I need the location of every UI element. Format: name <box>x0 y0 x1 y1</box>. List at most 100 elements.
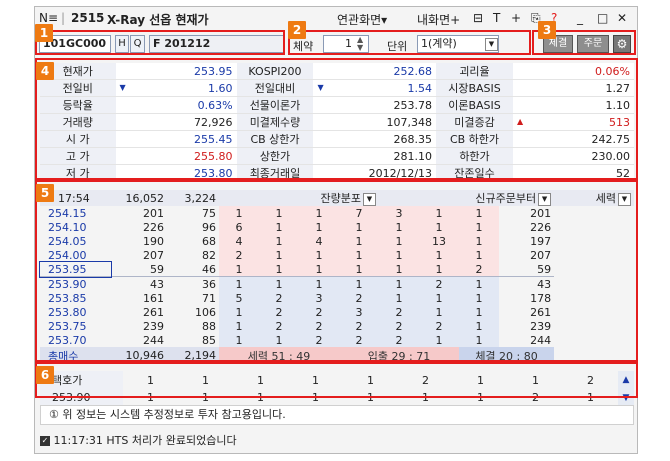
ask-row[interactable]: 254.10 226 96 6 1 1 1 1 1 1 226 <box>40 220 634 234</box>
price-cell[interactable]: 253.80 <box>40 305 111 319</box>
price-cell[interactable]: 254.10 <box>40 220 111 234</box>
spinner-arrows-icon[interactable]: ▲ ▼ <box>357 36 368 52</box>
info-value: 242.75 <box>512 130 634 148</box>
distribution-cell: 2 <box>459 262 499 277</box>
info-label: 등락율 <box>40 96 116 114</box>
distribution-cell: 1 <box>459 220 499 234</box>
distribution-cell: 2 <box>339 333 379 347</box>
distribution-cell: 4 <box>219 234 259 248</box>
distribution-cell: 1 <box>459 291 499 305</box>
info-value-text: 281.10 <box>393 149 433 163</box>
distribution-cell: 1 <box>339 276 379 291</box>
h-button[interactable]: H <box>115 35 129 53</box>
price-cell[interactable]: 254.15 <box>40 206 111 220</box>
qty-cell: 261 <box>143 305 164 319</box>
power-header: 세력 ▼ <box>554 190 634 206</box>
distribution-cell: 2 <box>219 248 259 262</box>
bid-row[interactable]: 253.80 261 106 1 2 2 3 2 1 1 261 <box>40 305 634 319</box>
maximize-icon[interactable]: □ <box>597 11 608 25</box>
status-bar: ✓ 11:17:31 HTS 처리가 완료되었습니다 <box>40 433 634 449</box>
info-label: 저 가 <box>40 164 116 182</box>
chevron-down-icon[interactable]: ▼ <box>618 192 631 206</box>
chevron-down-icon[interactable]: ▼ <box>538 192 552 206</box>
distribution-label: 잔량분포 <box>320 192 361 205</box>
distribution-cell: 1 <box>459 276 499 291</box>
price-cell[interactable]: 254.00 <box>40 248 111 262</box>
price-cell[interactable]: 254.05 <box>40 234 111 248</box>
info-value-text: 242.75 <box>591 132 631 146</box>
distribution-cell: 1 <box>419 333 459 347</box>
distribution-cell: 1 <box>259 262 299 277</box>
info-label: 이론BASIS <box>436 96 513 114</box>
text-icon[interactable]: T <box>493 11 500 25</box>
info-value-text: 255.80 <box>194 149 233 163</box>
bid-row[interactable]: 253.90 43 36 1 1 1 1 1 2 1 43 <box>40 276 634 291</box>
menu-icon[interactable]: N≡ <box>39 11 58 25</box>
bid-row[interactable]: 253.85 161 71 5 2 3 2 1 1 1 178 <box>40 291 634 305</box>
gear-icon[interactable]: ⚙ <box>613 35 631 53</box>
distribution-cell: 1 <box>459 319 499 333</box>
ask-row[interactable]: 254.05 190 68 4 1 4 1 1 13 1 197 <box>40 234 634 248</box>
distribution-cell: 1 <box>379 291 419 305</box>
order-button[interactable]: 주문 <box>577 35 609 53</box>
info-value: 252.68 <box>313 63 437 80</box>
info-row: 등락율 0.63% 선물이론가 253.78 이론BASIS 1.10 <box>40 96 634 114</box>
minimize-icon[interactable]: _ <box>577 11 583 25</box>
expected-cell: 1 <box>257 391 264 404</box>
power-cell: 178 <box>530 291 552 305</box>
bid-row[interactable]: 253.70 244 85 1 1 2 2 2 1 1 244 <box>40 333 634 347</box>
expected-cell: 2 <box>587 373 594 387</box>
section-badge-3: 3 <box>538 21 556 39</box>
power-label: 세력 <box>595 192 616 205</box>
distribution-header: 잔량분포 ▼ <box>219 190 379 206</box>
qty-cell: 161 <box>143 291 164 305</box>
window-list-icon[interactable]: ⊟ <box>473 11 483 25</box>
scroll-up-icon[interactable]: ▲ <box>618 371 634 389</box>
info-value: 0.63% <box>115 96 237 114</box>
power-cell: 261 <box>530 305 552 319</box>
bid-row[interactable]: 253.75 239 88 1 2 2 2 2 2 1 239 <box>40 319 634 333</box>
info-value: 72,926 <box>115 113 237 131</box>
chevron-down-icon[interactable]: ▼ <box>485 38 498 51</box>
my-screen-menu[interactable]: 내화면+ <box>417 11 460 28</box>
expected-cell: 2 <box>532 391 539 404</box>
info-label: 시장BASIS <box>436 79 513 97</box>
expected-cell: 1 <box>147 391 154 404</box>
distribution-cell: 2 <box>379 319 419 333</box>
scroll-down-icon[interactable]: ▼ <box>618 389 634 406</box>
close-icon[interactable]: ✕ <box>617 11 627 25</box>
distribution-cell: 2 <box>339 291 379 305</box>
ask-row[interactable]: 254.15 201 75 1 1 1 7 3 1 1 201 <box>40 206 634 220</box>
price-cell[interactable]: 253.85 <box>40 291 111 305</box>
power-cell: 59 <box>537 262 552 276</box>
checkbox-icon[interactable]: ✓ <box>40 436 50 446</box>
search-icon[interactable]: Q <box>130 35 145 53</box>
expected-price-table: 택호가 1 1 1 1 1 2 1 1 2 ▲ 253.90 1 1 1 1 1 1 1 2 1 ▼ <box>40 371 634 406</box>
distribution-cell: 1 <box>379 248 419 262</box>
distribution-cell: 2 <box>339 319 379 333</box>
power-cell: 197 <box>530 234 552 248</box>
unit-label: 단위 <box>387 40 408 53</box>
distribution-cell: 1 <box>459 206 499 220</box>
add-icon[interactable]: + <box>511 11 521 25</box>
title-divider: | <box>61 11 66 25</box>
total-bid-qty: 10,946 <box>111 347 167 364</box>
info-value-text: 253.80 <box>194 166 233 180</box>
info-value: 1.10 <box>512 96 634 114</box>
chevron-down-icon[interactable]: ▼ <box>363 192 376 206</box>
info-label: KOSPI200 <box>236 63 314 80</box>
distribution-cell: 7 <box>339 206 379 220</box>
orderbook-footer: 총매수 10,946 2,194 세력 51 : 49 입출 29 : 71 체결 20 … <box>40 347 634 364</box>
price-cell[interactable]: 253.75 <box>40 319 111 333</box>
price-cell[interactable]: 253.95 <box>39 261 112 278</box>
window-title: X-Ray 선옵 현재가 <box>107 13 209 27</box>
total-ask-count: 3,224 <box>167 190 219 206</box>
qty-cell: 239 <box>143 319 164 333</box>
info-value-text: 268.35 <box>393 132 433 146</box>
price-cell[interactable]: 253.70 <box>40 333 111 347</box>
ask-row[interactable]: 254.00 207 82 2 1 1 1 1 1 1 207 <box>40 248 634 262</box>
price-cell[interactable]: 253.90 <box>40 276 111 291</box>
info-value: 268.35 <box>313 130 437 148</box>
linked-screen-menu[interactable]: 연관화면▾ <box>337 11 387 28</box>
ask-row[interactable]: 253.95 59 46 1 1 1 1 1 1 2 59 <box>39 261 634 278</box>
